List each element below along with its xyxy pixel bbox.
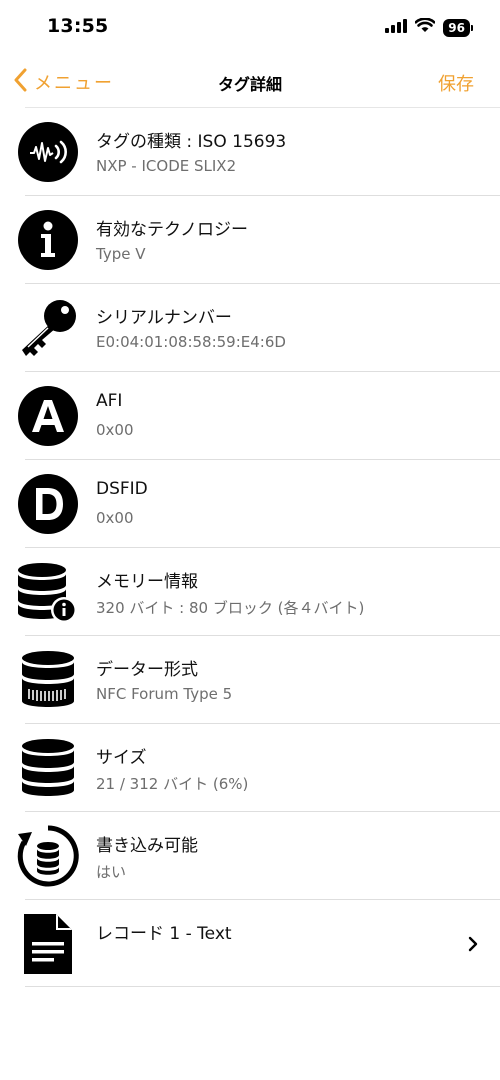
- list-item-serial-number: シリアルナンバー E0:04:01:08:58:59:E4:6D: [22, 283, 500, 371]
- info-icon: [15, 207, 81, 273]
- tag-detail-list: タグの種類 : ISO 15693 NXP - ICODE SLIX2 有効なテ…: [0, 107, 500, 987]
- record-title: レコード 1 - Text: [96, 924, 232, 944]
- chevron-right-icon: [468, 936, 478, 956]
- battery-indicator: 96: [443, 18, 473, 37]
- tag-type-title: タグの種類 : ISO 15693: [96, 132, 287, 152]
- list-item-dsfid: DSFID 0x00: [18, 459, 500, 547]
- record-row[interactable]: レコード 1 - Text: [24, 899, 500, 987]
- database-icon: [15, 735, 81, 801]
- serial-number-value: E0:04:01:08:58:59:E4:6D: [96, 333, 286, 351]
- status-bar: 13:55 96: [0, 0, 500, 56]
- page-title: タグ詳細: [217, 75, 282, 94]
- list-item-technology: 有効なテクノロジー Type V: [18, 195, 500, 283]
- status-icons: 96: [385, 17, 473, 37]
- data-format-title: データー形式: [96, 660, 198, 680]
- afi-value: 0x00: [96, 421, 134, 439]
- database-info-icon: [15, 559, 81, 625]
- writable-title: 書き込み可能: [96, 836, 198, 856]
- database-format-icon: [15, 647, 81, 713]
- status-time: 13:55: [47, 15, 109, 37]
- list-item-writable: 書き込み可能 はい: [17, 811, 500, 899]
- data-format-value: NFC Forum Type 5: [96, 685, 233, 703]
- database-refresh-icon: [15, 823, 81, 889]
- size-value: 21 / 312 バイト (6%): [96, 775, 249, 793]
- letter-a-icon: [15, 383, 81, 449]
- list-item-tag-type: タグの種類 : ISO 15693 NXP - ICODE SLIX2: [18, 107, 500, 195]
- size-title: サイズ: [96, 748, 147, 768]
- list-item-memory-info: メモリー情報 320 バイト : 80 ブロック (各４バイト): [18, 547, 500, 635]
- signal-icon: [385, 18, 408, 37]
- memory-info-title: メモリー情報: [96, 572, 198, 592]
- nfc-waveform-icon: [15, 119, 81, 185]
- dsfid-value: 0x00: [96, 509, 134, 527]
- key-icon: [15, 295, 81, 361]
- writable-value: はい: [96, 863, 127, 881]
- memory-info-value: 320 バイト : 80 ブロック (各４バイト): [96, 599, 365, 617]
- list-item-afi: AFI 0x00: [18, 371, 500, 459]
- technology-title: 有効なテクノロジー: [96, 220, 248, 240]
- wifi-icon: [414, 17, 436, 37]
- technology-value: Type V: [96, 245, 146, 263]
- list-item-data-format: データー形式 NFC Forum Type 5: [22, 635, 500, 723]
- afi-title: AFI: [96, 391, 123, 411]
- letter-d-icon: [15, 471, 81, 537]
- save-button[interactable]: 保存: [438, 70, 474, 96]
- navigation-bar: メニュー タグ詳細 保存: [0, 56, 500, 106]
- tag-type-value: NXP - ICODE SLIX2: [96, 157, 237, 175]
- document-icon: [15, 911, 81, 977]
- serial-number-title: シリアルナンバー: [96, 308, 232, 328]
- dsfid-title: DSFID: [96, 479, 148, 499]
- list-item-size: サイズ 21 / 312 バイト (6%): [22, 723, 500, 811]
